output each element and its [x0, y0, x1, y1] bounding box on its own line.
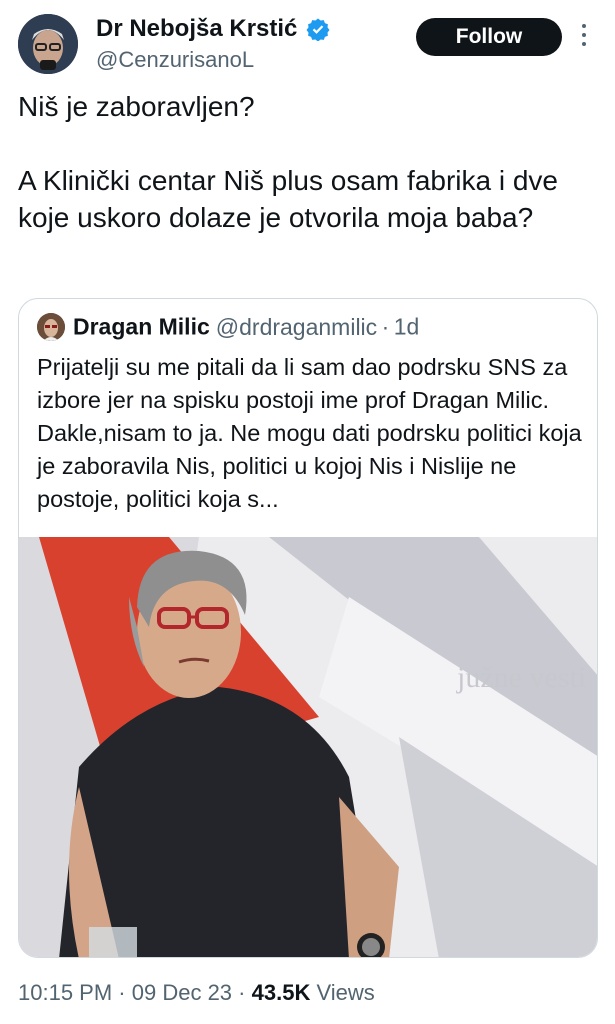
quoted-handle: @drdraganmilic	[215, 313, 378, 340]
author-handle[interactable]: @CenzurisanoL	[96, 46, 330, 74]
tweet-date[interactable]: 09 Dec 23	[132, 980, 232, 1005]
quoted-separator: ·	[381, 313, 390, 340]
views-count: 43.5K	[251, 980, 311, 1005]
verified-badge-icon	[306, 18, 330, 41]
quoted-time: 1d	[393, 313, 420, 340]
author-names: Dr Nebojša Krstić @CenzurisanoL	[96, 14, 330, 74]
quoted-media-image[interactable]: južne vesti	[19, 537, 597, 957]
author-avatar[interactable]	[18, 14, 78, 74]
author-display-name[interactable]: Dr Nebojša Krstić	[96, 14, 297, 44]
watermark-text: južne vesti	[456, 661, 586, 694]
tweet-header: Dr Nebojša Krstić @CenzurisanoL Follow	[18, 12, 598, 74]
quoted-avatar	[37, 313, 65, 341]
quoted-text: Prijatelji su me pitali da li sam dao po…	[37, 354, 582, 512]
tweet-text: Niš je zaboravljen? A Klinički centar Ni…	[18, 91, 558, 233]
follow-button[interactable]: Follow	[416, 18, 562, 56]
footer-separator: ·	[238, 980, 246, 1005]
quoted-tweet[interactable]: Dragan Milic @drdraganmilic · 1d Prijatel…	[18, 298, 598, 958]
views-label: Views	[316, 980, 375, 1005]
tweet-footer: 10:15 PM · 09 Dec 23 · 43.5K Views	[18, 980, 375, 1006]
quoted-header: Dragan Milic @drdraganmilic · 1d	[37, 313, 419, 343]
more-options-icon[interactable]	[578, 24, 590, 52]
tweet-time[interactable]: 10:15 PM	[18, 980, 112, 1005]
quoted-display-name: Dragan Milic	[73, 313, 210, 340]
footer-separator: ·	[118, 980, 126, 1005]
